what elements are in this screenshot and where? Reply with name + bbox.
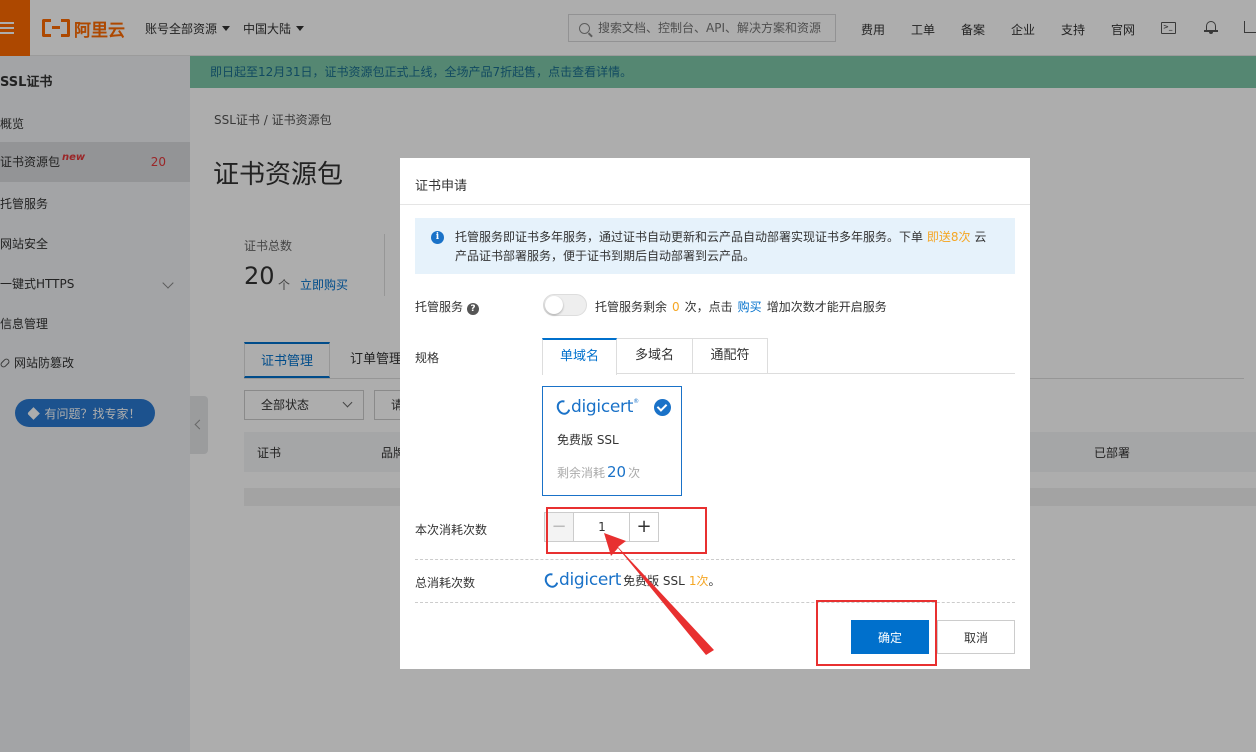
hosting-label-text: 托管服务 <box>415 300 464 314</box>
remaining-count: 20 <box>607 463 627 481</box>
info-icon: i <box>431 231 444 244</box>
hosting-count: 0 <box>672 300 680 314</box>
total-consume-summary: digicert 免费版 SSL 1次。 <box>542 570 721 590</box>
info-text: 产品证书部署服务，便于证书到期后自动部署到云产品。 <box>455 249 756 263</box>
remaining-text: 次 <box>628 466 641 480</box>
info-text: 托管服务即证书多年服务，通过证书自动更新和云产品自动部署实现证书多年服务。下单 <box>455 230 924 244</box>
digicert-logo: digicert ® <box>554 397 639 417</box>
digicert-logo: digicert <box>542 570 622 590</box>
hosting-status-text: 增加次数才能开启服务 <box>766 300 887 314</box>
annotation-highlight-confirm <box>816 600 937 666</box>
remaining-text: 剩余消耗 <box>557 466 606 480</box>
brand-text: digicert <box>571 397 634 417</box>
cert-product-card[interactable]: digicert ® 免费版 SSL 剩余消耗 20 次 <box>542 386 682 496</box>
hosting-status-text: 次，点击 <box>684 300 733 314</box>
info-notice: i 托管服务即证书多年服务，通过证书自动更新和云产品自动部署实现证书多年服务。下… <box>415 218 1015 274</box>
total-count: 1次 <box>688 573 709 588</box>
spec-label: 规格 <box>415 351 440 365</box>
divider <box>400 204 1030 205</box>
total-product: 免费版 SSL <box>623 573 685 588</box>
help-icon[interactable]: ? <box>467 303 480 315</box>
spec-tab-multi-domain[interactable]: 多域名 <box>616 338 693 374</box>
hosting-status: 托管服务剩余 0 次，点击 购买 增加次数才能开启服务 <box>595 298 887 315</box>
total-consume-label: 总消耗次数 <box>415 576 476 590</box>
buy-hosting-link[interactable]: 购买 <box>738 300 762 314</box>
brand-text: digicert <box>559 570 622 590</box>
hosting-label: 托管服务? <box>415 298 480 315</box>
dialog-title: 证书申请 <box>415 179 468 194</box>
total-end: 。 <box>708 573 721 588</box>
annotation-highlight-stepper <box>546 507 707 554</box>
cert-apply-dialog: 证书申请 i 托管服务即证书多年服务，通过证书自动更新和云产品自动部署实现证书多… <box>400 158 1030 669</box>
toggle-knob <box>545 296 563 314</box>
info-highlight: 即送8次 <box>926 230 971 244</box>
info-text: 云 <box>974 230 987 244</box>
check-circle-icon <box>654 399 671 416</box>
consume-label: 本次消耗次数 <box>415 523 488 537</box>
spec-tab-single-domain[interactable]: 单域名 <box>542 338 617 375</box>
product-name: 免费版 SSL <box>557 433 619 447</box>
hosting-toggle[interactable] <box>543 294 587 316</box>
spec-tab-wildcard[interactable]: 通配符 <box>692 338 768 374</box>
dashed-divider <box>415 559 1015 560</box>
registered-mark: ® <box>633 397 639 405</box>
hosting-status-text: 托管服务剩余 <box>595 300 668 314</box>
cancel-button[interactable]: 取消 <box>937 620 1015 654</box>
remaining-quota: 剩余消耗 20 次 <box>557 463 640 481</box>
